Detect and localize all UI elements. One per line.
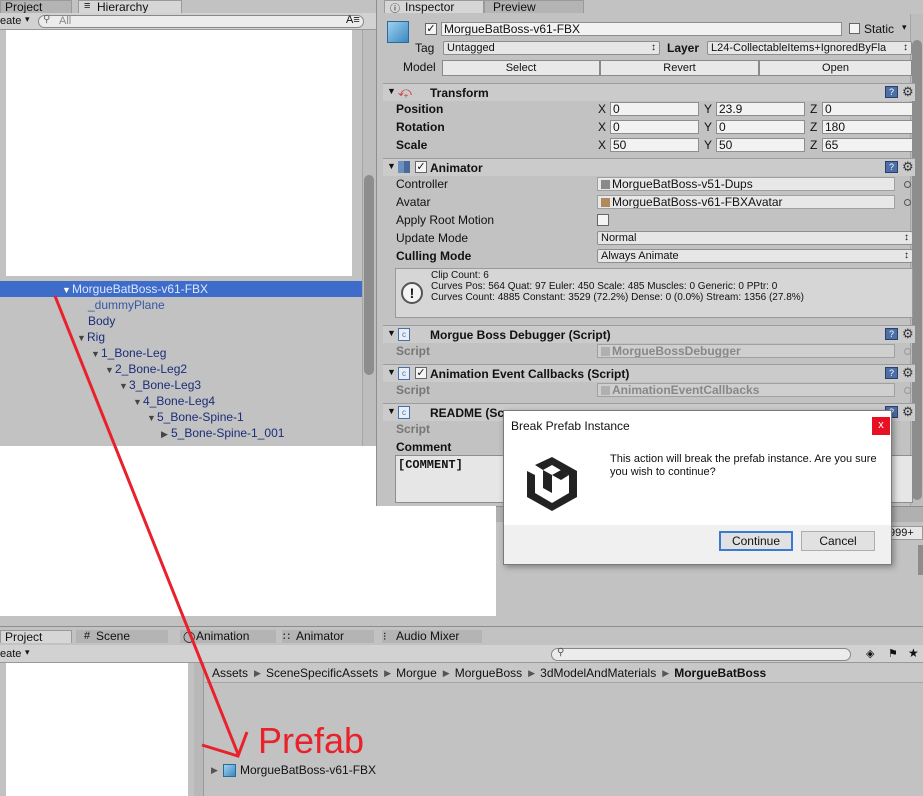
- prefab-annotation-label: Prefab: [258, 720, 365, 761]
- annotation-arrow: [53, 295, 249, 758]
